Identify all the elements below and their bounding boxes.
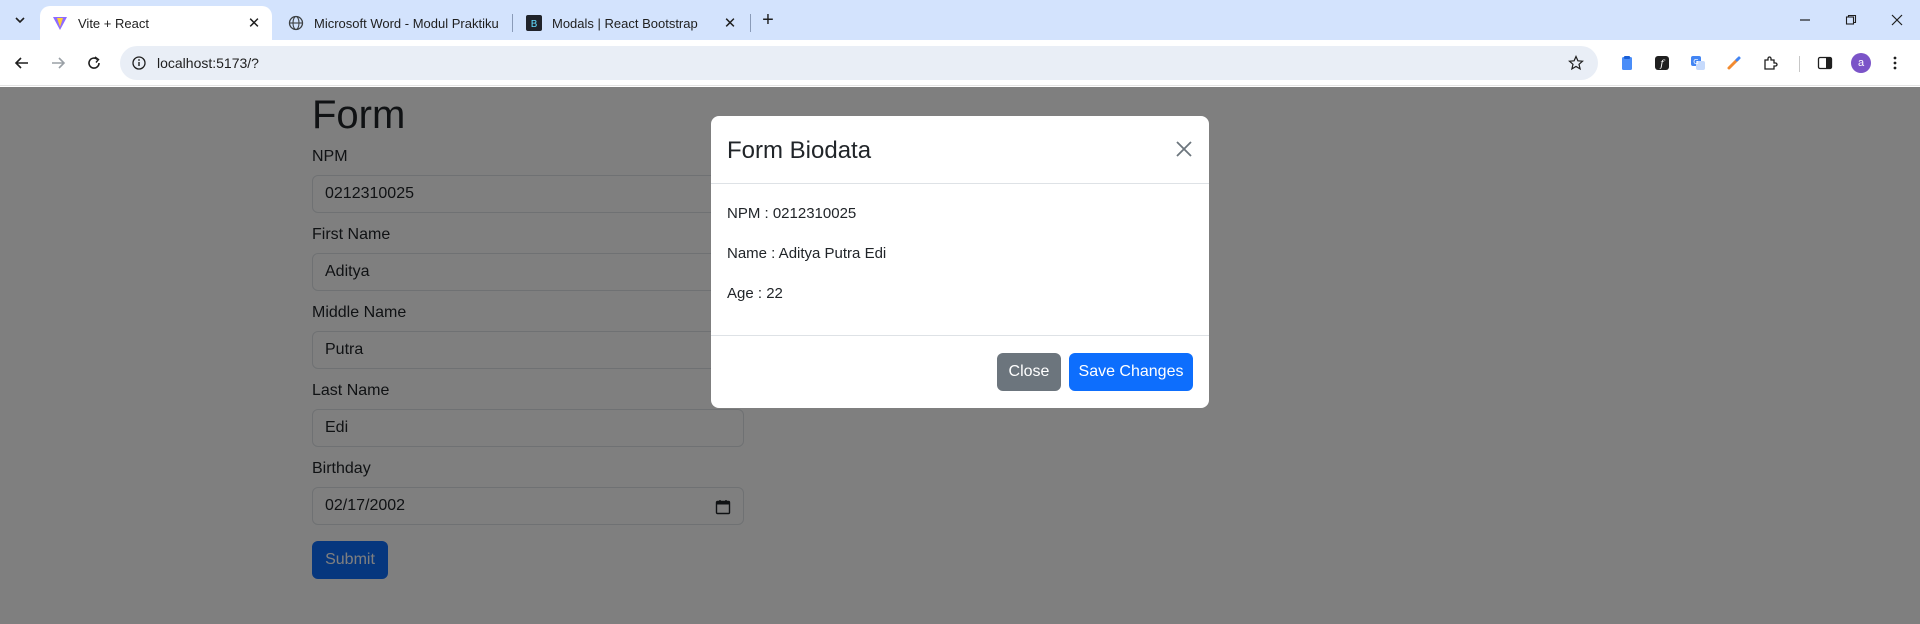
minimize-icon[interactable] bbox=[1782, 0, 1828, 40]
modal-body: NPM : 0212310025 Name : Aditya Putra Edi… bbox=[711, 184, 1209, 336]
extensions-puzzle-icon[interactable] bbox=[1759, 52, 1781, 74]
svg-text:G: G bbox=[1693, 58, 1698, 66]
modal-footer: Close Save Changes bbox=[711, 336, 1209, 408]
toolbar-separator bbox=[1799, 56, 1800, 72]
tab-microsoft-word[interactable]: Microsoft Word - Modul Praktiku bbox=[276, 6, 512, 40]
close-button[interactable]: Close bbox=[997, 353, 1061, 391]
modal-age-text: Age : 22 bbox=[727, 285, 783, 302]
url-text: localhost:5173/? bbox=[157, 55, 259, 71]
profile-avatar[interactable]: a bbox=[1851, 53, 1871, 73]
address-bar[interactable]: localhost:5173/? bbox=[120, 46, 1598, 80]
side-panel-icon[interactable] bbox=[1814, 52, 1836, 74]
bookmark-star-icon[interactable] bbox=[1566, 53, 1586, 73]
extension-color-picker-icon[interactable] bbox=[1723, 52, 1745, 74]
globe-icon bbox=[288, 15, 304, 31]
extension-clipboard-icon[interactable] bbox=[1616, 52, 1638, 74]
tab-vite-react[interactable]: Vite + React ✕ bbox=[40, 6, 272, 40]
svg-text:B: B bbox=[531, 19, 538, 30]
site-info-icon[interactable] bbox=[130, 54, 148, 72]
tab-title: Modals | React Bootstrap bbox=[552, 15, 698, 31]
extension-translate-icon[interactable]: G bbox=[1687, 52, 1709, 74]
browser-toolbar: localhost:5173/? f G a bbox=[0, 40, 1920, 86]
browser-menu-icon[interactable] bbox=[1884, 52, 1906, 74]
tab-close-icon[interactable]: ✕ bbox=[244, 13, 264, 33]
tab-close-icon[interactable]: ✕ bbox=[720, 13, 740, 33]
modal-title: Form Biodata bbox=[727, 137, 872, 164]
tab-separator bbox=[512, 14, 513, 32]
page-viewport: Form NPM 0212310025 First Name Aditya Mi… bbox=[0, 87, 1920, 624]
save-changes-button[interactable]: Save Changes bbox=[1069, 353, 1193, 391]
modal-header: Form Biodata bbox=[711, 116, 1209, 184]
modal-npm-text: NPM : 0212310025 bbox=[727, 205, 857, 222]
tab-separator bbox=[750, 14, 751, 32]
new-tab-plus-icon[interactable]: + bbox=[756, 8, 780, 32]
tab-title: Vite + React bbox=[78, 15, 149, 31]
vite-logo-icon bbox=[52, 15, 68, 31]
reload-icon[interactable] bbox=[80, 49, 108, 77]
back-arrow-icon[interactable] bbox=[8, 49, 36, 77]
window-close-icon[interactable] bbox=[1874, 0, 1920, 40]
extension-script-icon[interactable]: f bbox=[1651, 52, 1673, 74]
forward-arrow-icon[interactable] bbox=[44, 49, 72, 77]
form-biodata-modal: Form Biodata NPM : 0212310025 Name : Adi… bbox=[711, 116, 1209, 408]
restore-icon[interactable] bbox=[1828, 0, 1874, 40]
modal-close-icon[interactable] bbox=[1173, 138, 1195, 160]
tab-search-chevron-icon[interactable] bbox=[8, 8, 32, 32]
browser-tab-bar: Vite + React ✕ Microsoft Word - Modul Pr… bbox=[0, 0, 1920, 40]
react-bootstrap-logo-icon: B bbox=[526, 15, 542, 31]
tab-react-bootstrap[interactable]: B Modals | React Bootstrap ✕ bbox=[514, 6, 748, 40]
modal-name-text: Name : Aditya Putra Edi bbox=[727, 245, 887, 262]
tab-title: Microsoft Word - Modul Praktiku bbox=[314, 15, 499, 31]
